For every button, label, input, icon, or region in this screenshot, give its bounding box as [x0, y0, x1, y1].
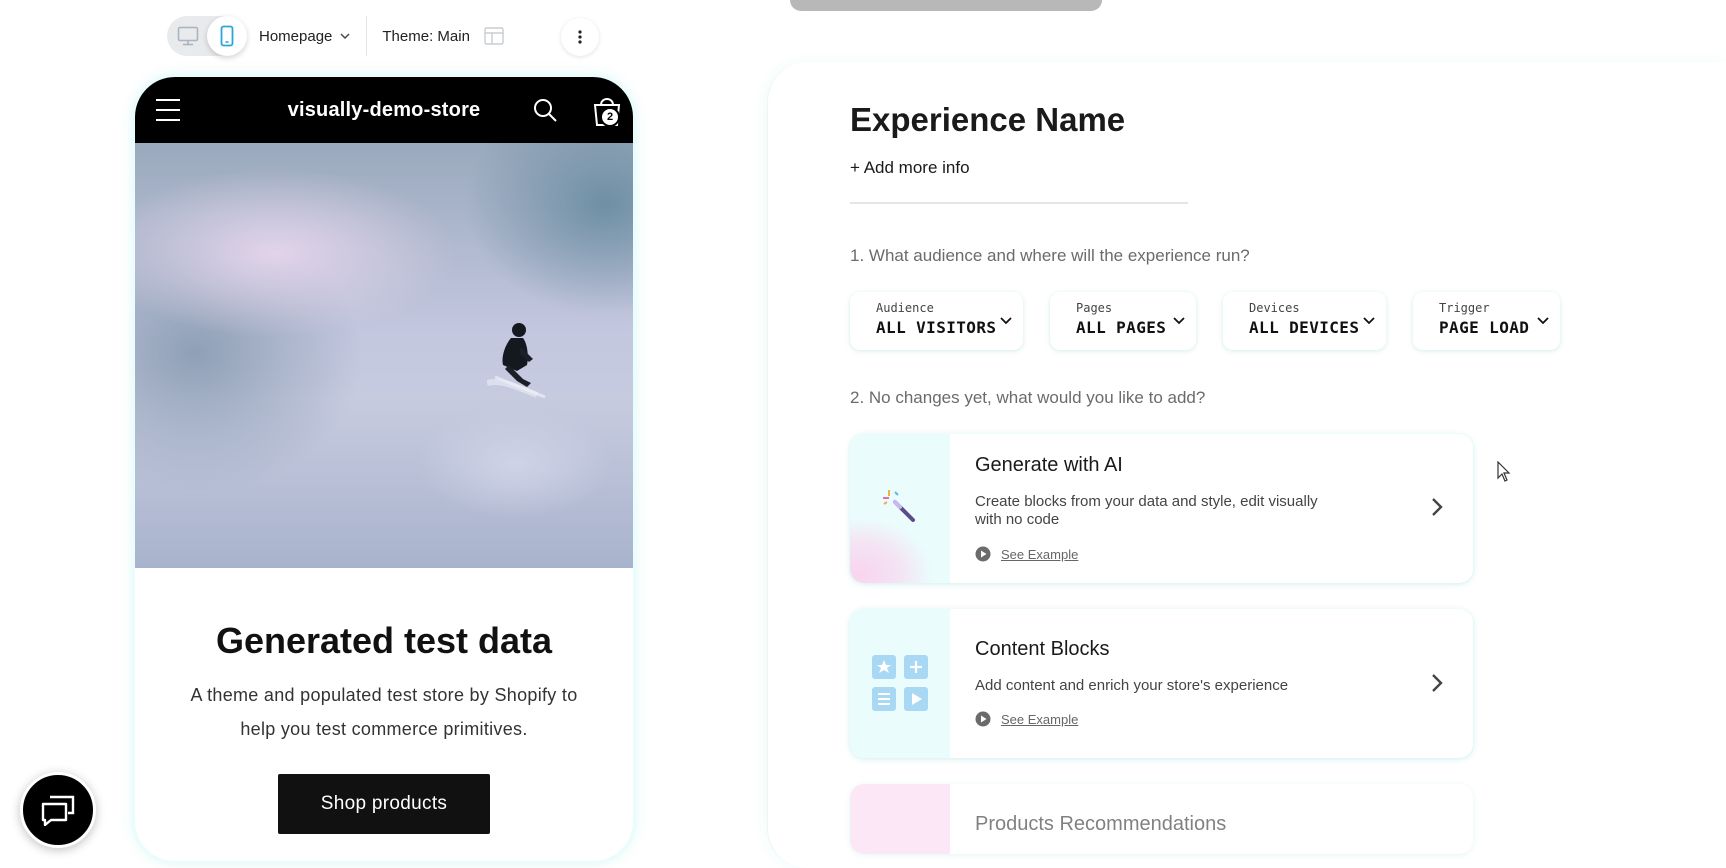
- cart-count-badge: 2: [600, 107, 620, 127]
- filter-label: Pages: [1076, 301, 1113, 315]
- play-circle-icon: [975, 711, 991, 727]
- chat-button[interactable]: [20, 772, 96, 848]
- generate-with-ai-card[interactable]: Generate with AI Create blocks from your…: [850, 434, 1473, 583]
- editor-toolbar: Homepage Theme: Main: [167, 16, 504, 56]
- see-example-link[interactable]: See Example: [975, 546, 1078, 562]
- hero-title: Generated test data: [215, 620, 553, 661]
- card-description: Create blocks from your data and style, …: [975, 493, 1318, 528]
- filter-label: Devices: [1249, 301, 1300, 315]
- page-select-label: Homepage: [259, 27, 333, 45]
- play-circle-icon: [975, 546, 991, 562]
- card-description: Add content and enrich your store's expe…: [975, 677, 1289, 694]
- content-blocks-card[interactable]: Content Blocks Add content and enrich yo…: [850, 609, 1473, 758]
- audience-filter[interactable]: Audience ALL VISITORS: [850, 292, 1023, 350]
- search-icon[interactable]: [532, 97, 558, 123]
- mobile-view-icon[interactable]: [207, 16, 247, 56]
- hero-subtitle: A theme and populated test store by Shop…: [190, 685, 578, 739]
- top-panel-handle[interactable]: [790, 0, 1102, 11]
- see-example-label: See Example: [1001, 711, 1079, 727]
- card-title: Content Blocks: [975, 638, 1110, 660]
- chat-icon: [41, 795, 75, 826]
- skier-figure: [487, 323, 546, 399]
- mouse-cursor-icon: [1497, 461, 1511, 482]
- card-thumbnail: [850, 434, 950, 583]
- hero-image: [135, 143, 633, 568]
- card-title: Generate with AI: [975, 454, 1123, 476]
- card-title: Products Recommendations: [975, 813, 1227, 835]
- mobile-preview-frame: visually-demo-store 2 Generated test dat…: [135, 77, 633, 861]
- shop-products-button[interactable]: Shop products: [278, 774, 490, 834]
- add-more-info-link[interactable]: + Add more info: [850, 158, 970, 178]
- products-recommendations-card[interactable]: Products Recommendations: [850, 784, 1473, 854]
- chevron-down-icon: [1537, 317, 1549, 325]
- store-header: visually-demo-store 2: [135, 77, 633, 143]
- question-audience: 1. What audience and where will the expe…: [850, 246, 1250, 265]
- chevron-down-icon: [1363, 317, 1375, 325]
- content-blocks-icon: [872, 655, 928, 711]
- more-options-button[interactable]: [561, 18, 599, 56]
- theme-selector[interactable]: Theme: Main: [382, 27, 504, 45]
- chevron-right-icon: [1432, 498, 1443, 516]
- page-select-dropdown[interactable]: Homepage: [259, 16, 368, 56]
- theme-label: Theme: Main: [382, 27, 470, 45]
- experience-name-title[interactable]: Experience Name: [850, 101, 1125, 139]
- chevron-down-icon: [340, 33, 350, 39]
- question-changes: 2. No changes yet, what would you like t…: [850, 388, 1206, 407]
- more-vertical-icon: [578, 30, 582, 44]
- device-view-toggle: [167, 16, 247, 56]
- see-example-label: See Example: [1001, 546, 1079, 562]
- chevron-down-icon: [1173, 317, 1185, 325]
- devices-filter[interactable]: Devices ALL DEVICES: [1223, 292, 1386, 350]
- chevron-right-icon: [1432, 674, 1443, 692]
- store-name[interactable]: visually-demo-store: [135, 99, 633, 122]
- desktop-view-icon[interactable]: [177, 26, 199, 46]
- card-thumbnail: [850, 609, 950, 758]
- filter-label: Audience: [876, 301, 934, 315]
- layout-icon: [484, 27, 504, 45]
- trigger-filter[interactable]: Trigger PAGE LOAD: [1413, 292, 1560, 350]
- hero-text-section: Generated test data A theme and populate…: [135, 568, 633, 834]
- pages-filter[interactable]: Pages ALL PAGES: [1050, 292, 1196, 350]
- card-thumbnail: [850, 784, 950, 854]
- title-divider: [850, 202, 1188, 204]
- filter-label: Trigger: [1439, 301, 1490, 315]
- see-example-link[interactable]: See Example: [975, 711, 1078, 727]
- chevron-down-icon: [1000, 317, 1012, 325]
- magic-wand-icon: [883, 490, 915, 522]
